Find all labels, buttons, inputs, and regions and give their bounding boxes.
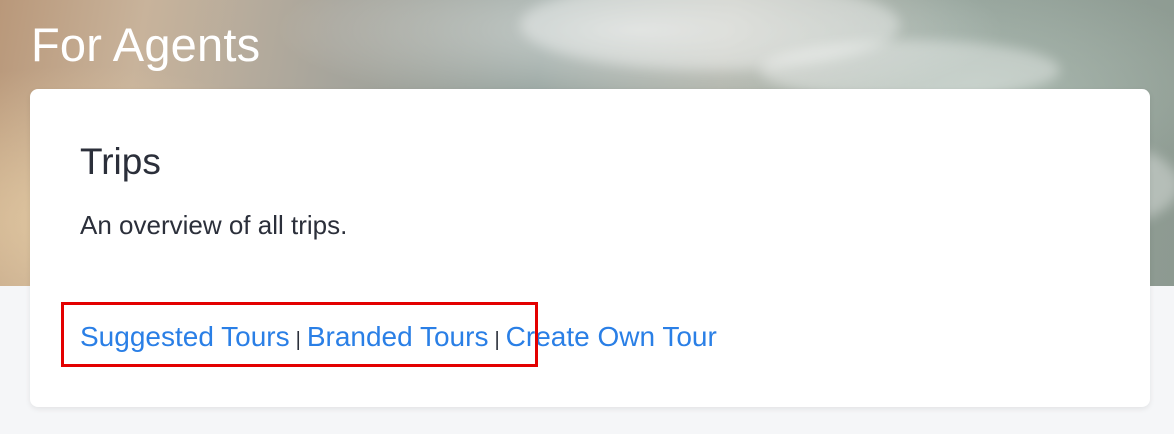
card-title: Trips <box>80 141 161 182</box>
highlight-box <box>61 302 538 367</box>
card-description: An overview of all trips. <box>80 210 348 240</box>
page-title: For Agents <box>31 18 261 71</box>
